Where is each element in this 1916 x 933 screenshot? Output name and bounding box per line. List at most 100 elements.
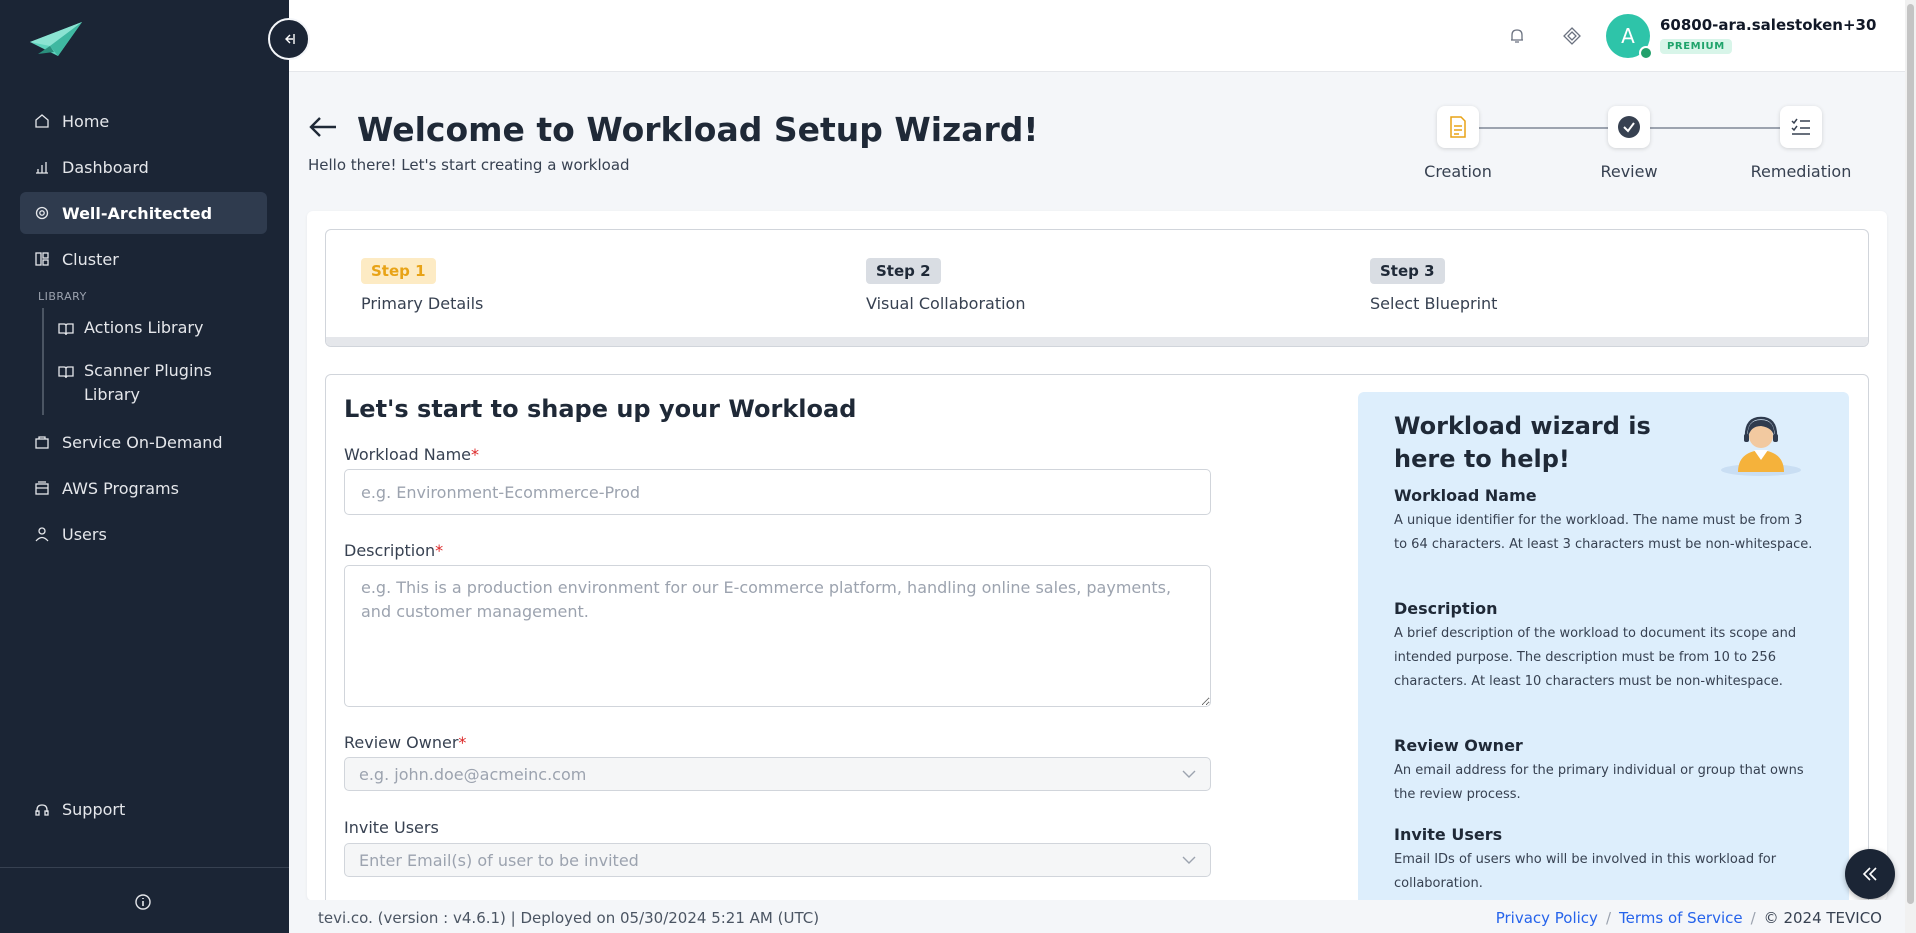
sidebar-item-dashboard[interactable]: Dashboard <box>20 146 267 188</box>
user-name[interactable]: 60800-ara.salestoken+30 <box>1660 16 1876 34</box>
check-circle-icon <box>1618 116 1640 138</box>
sidebar-item-support[interactable]: Support <box>34 800 125 819</box>
page-title: Welcome to Workload Setup Wizard! <box>357 110 1039 149</box>
review-owner-select[interactable]: e.g. john.doe@acmeinc.com <box>344 757 1211 791</box>
sidebar-item-scanner-plugins-library[interactable]: Scanner Plugins Library <box>44 351 267 415</box>
checklist-icon <box>1791 118 1810 135</box>
privacy-policy-link[interactable]: Privacy Policy <box>1496 909 1598 927</box>
footer-separator: / <box>1750 909 1756 927</box>
terms-of-service-link[interactable]: Terms of Service <box>1619 909 1743 927</box>
sidebar-item-label: Home <box>62 111 110 131</box>
step-badge: Step 2 <box>866 258 941 284</box>
sidebar-item-users[interactable]: Users <box>20 513 267 555</box>
support-label: Support <box>62 800 126 819</box>
cluster-icon <box>34 251 56 267</box>
step-name: Primary Details <box>361 294 484 313</box>
page-scrollbar[interactable] <box>1905 0 1916 933</box>
sidebar-item-home[interactable]: Home <box>20 100 267 142</box>
help-text: A brief description of the workload to d… <box>1394 626 1797 689</box>
sidebar-item-label: Users <box>62 524 107 544</box>
invite-users-select[interactable]: Enter Email(s) of user to be invited <box>344 843 1211 877</box>
help-section-workload-name: Workload Name A unique identifier for th… <box>1394 486 1814 557</box>
collapse-help-button[interactable] <box>1845 849 1895 899</box>
bell-icon[interactable] <box>1507 26 1527 46</box>
step-name: Select Blueprint <box>1370 294 1498 313</box>
collapse-sidebar-button[interactable] <box>268 18 310 60</box>
review-owner-label: Review Owner* <box>344 733 467 752</box>
help-panel: Workload wizard is here to help! Workloa… <box>1358 392 1849 901</box>
help-section-review-owner: Review Owner An email address for the pr… <box>1394 736 1814 807</box>
double-chevron-left-icon <box>1862 867 1877 881</box>
help-heading: Workload Name <box>1394 486 1537 505</box>
user-icon <box>34 526 56 542</box>
wizard-steps: Step 1 Primary Details Step 2 Visual Col… <box>325 229 1869 347</box>
stepper-node-remediation[interactable] <box>1780 106 1822 148</box>
version-info: tevi.co. (version : v4.6.1) | Deployed o… <box>318 909 820 927</box>
top-header: A 60800-ara.salestoken+30 PREMIUM <box>289 0 1916 72</box>
back-arrow-icon[interactable] <box>308 116 338 138</box>
workload-name-label: Workload Name* <box>344 445 479 464</box>
sidebar-item-label: Cluster <box>62 249 119 269</box>
wizard-step-2[interactable]: Step 2 Visual Collaboration <box>866 258 1025 313</box>
plan-badge: PREMIUM <box>1660 39 1732 54</box>
headset-icon <box>34 802 56 818</box>
step-badge: Step 3 <box>1370 258 1445 284</box>
workload-name-input[interactable] <box>344 469 1211 515</box>
sidebar-item-actions-library[interactable]: Actions Library <box>44 308 267 351</box>
help-text: Email IDs of users who will be involved … <box>1394 852 1777 891</box>
footer-links: Privacy Policy / Terms of Service / © 2024 T… <box>1496 909 1882 927</box>
help-heading: Description <box>1394 599 1498 618</box>
step-badge: Step 1 <box>361 258 436 284</box>
document-icon <box>1450 116 1466 138</box>
footer-separator: / <box>1605 909 1611 927</box>
sidebar-item-service-on-demand[interactable]: Service On-Demand <box>20 421 267 463</box>
stepper-connector <box>1650 127 1780 129</box>
help-title: Workload wizard is here to help! <box>1394 412 1651 473</box>
stepper-label-review: Review <box>1600 162 1658 181</box>
sidebar-item-well-architected[interactable]: Well-Architected <box>20 192 267 234</box>
stepper-label-remediation: Remediation <box>1750 162 1852 181</box>
help-text: A unique identifier for the workload. Th… <box>1394 513 1813 552</box>
scrollbar-thumb[interactable] <box>1907 4 1914 904</box>
sidebar-item-label: Well-Architected <box>62 203 213 223</box>
gear-icon <box>34 205 56 221</box>
footer: tevi.co. (version : v4.6.1) | Deployed o… <box>289 900 1916 933</box>
support-agent-icon <box>1721 416 1801 476</box>
help-text: An email address for the primary individ… <box>1394 763 1804 802</box>
description-textarea[interactable] <box>344 565 1211 707</box>
paper-plane-logo-icon[interactable] <box>28 20 84 58</box>
library-section-label: LIBRARY <box>38 289 87 303</box>
sidebar-item-aws-programs[interactable]: AWS Programs <box>20 467 267 509</box>
chevron-down-icon <box>1182 770 1196 778</box>
help-heading: Review Owner <box>1394 736 1523 755</box>
steps-progress-track <box>326 337 1868 346</box>
stepper-node-review[interactable] <box>1608 106 1650 148</box>
stepper-connector <box>1479 127 1608 129</box>
description-label: Description* <box>344 541 444 560</box>
stepper-label-creation: Creation <box>1424 162 1492 181</box>
sidebar: Home Dashboard Well-Architected Cluster … <box>0 0 289 933</box>
form-title: Let's start to shape up your Workload <box>344 395 857 423</box>
sidebar-item-label: Actions Library <box>84 318 204 337</box>
sidebar-nav: Home Dashboard Well-Architected Cluster … <box>20 100 267 559</box>
help-heading: Invite Users <box>1394 825 1503 844</box>
programs-icon <box>34 480 56 496</box>
sidebar-divider <box>0 867 289 868</box>
wizard-card: Step 1 Primary Details Step 2 Visual Col… <box>307 211 1887 901</box>
sidebar-item-label: Service On-Demand <box>62 432 223 452</box>
diamond-icon[interactable] <box>1562 26 1582 46</box>
page-subtitle: Hello there! Let's start creating a work… <box>308 156 630 174</box>
wizard-step-1[interactable]: Step 1 Primary Details <box>361 258 483 313</box>
info-icon[interactable] <box>133 892 153 912</box>
sidebar-item-label: Scanner Plugins Library <box>84 361 212 404</box>
copyright: © 2024 TEVICO <box>1763 909 1882 927</box>
help-section-description: Description A brief description of the w… <box>1394 599 1814 694</box>
sidebar-item-cluster[interactable]: Cluster <box>20 238 267 280</box>
chevron-down-icon <box>1182 856 1196 864</box>
help-section-invite-users: Invite Users Email IDs of users who will… <box>1394 825 1814 896</box>
book-icon <box>58 362 78 386</box>
home-icon <box>34 113 56 129</box>
stepper-node-creation[interactable] <box>1437 106 1479 148</box>
invite-users-placeholder: Enter Email(s) of user to be invited <box>359 850 639 870</box>
wizard-step-3[interactable]: Step 3 Select Blueprint <box>1370 258 1497 313</box>
